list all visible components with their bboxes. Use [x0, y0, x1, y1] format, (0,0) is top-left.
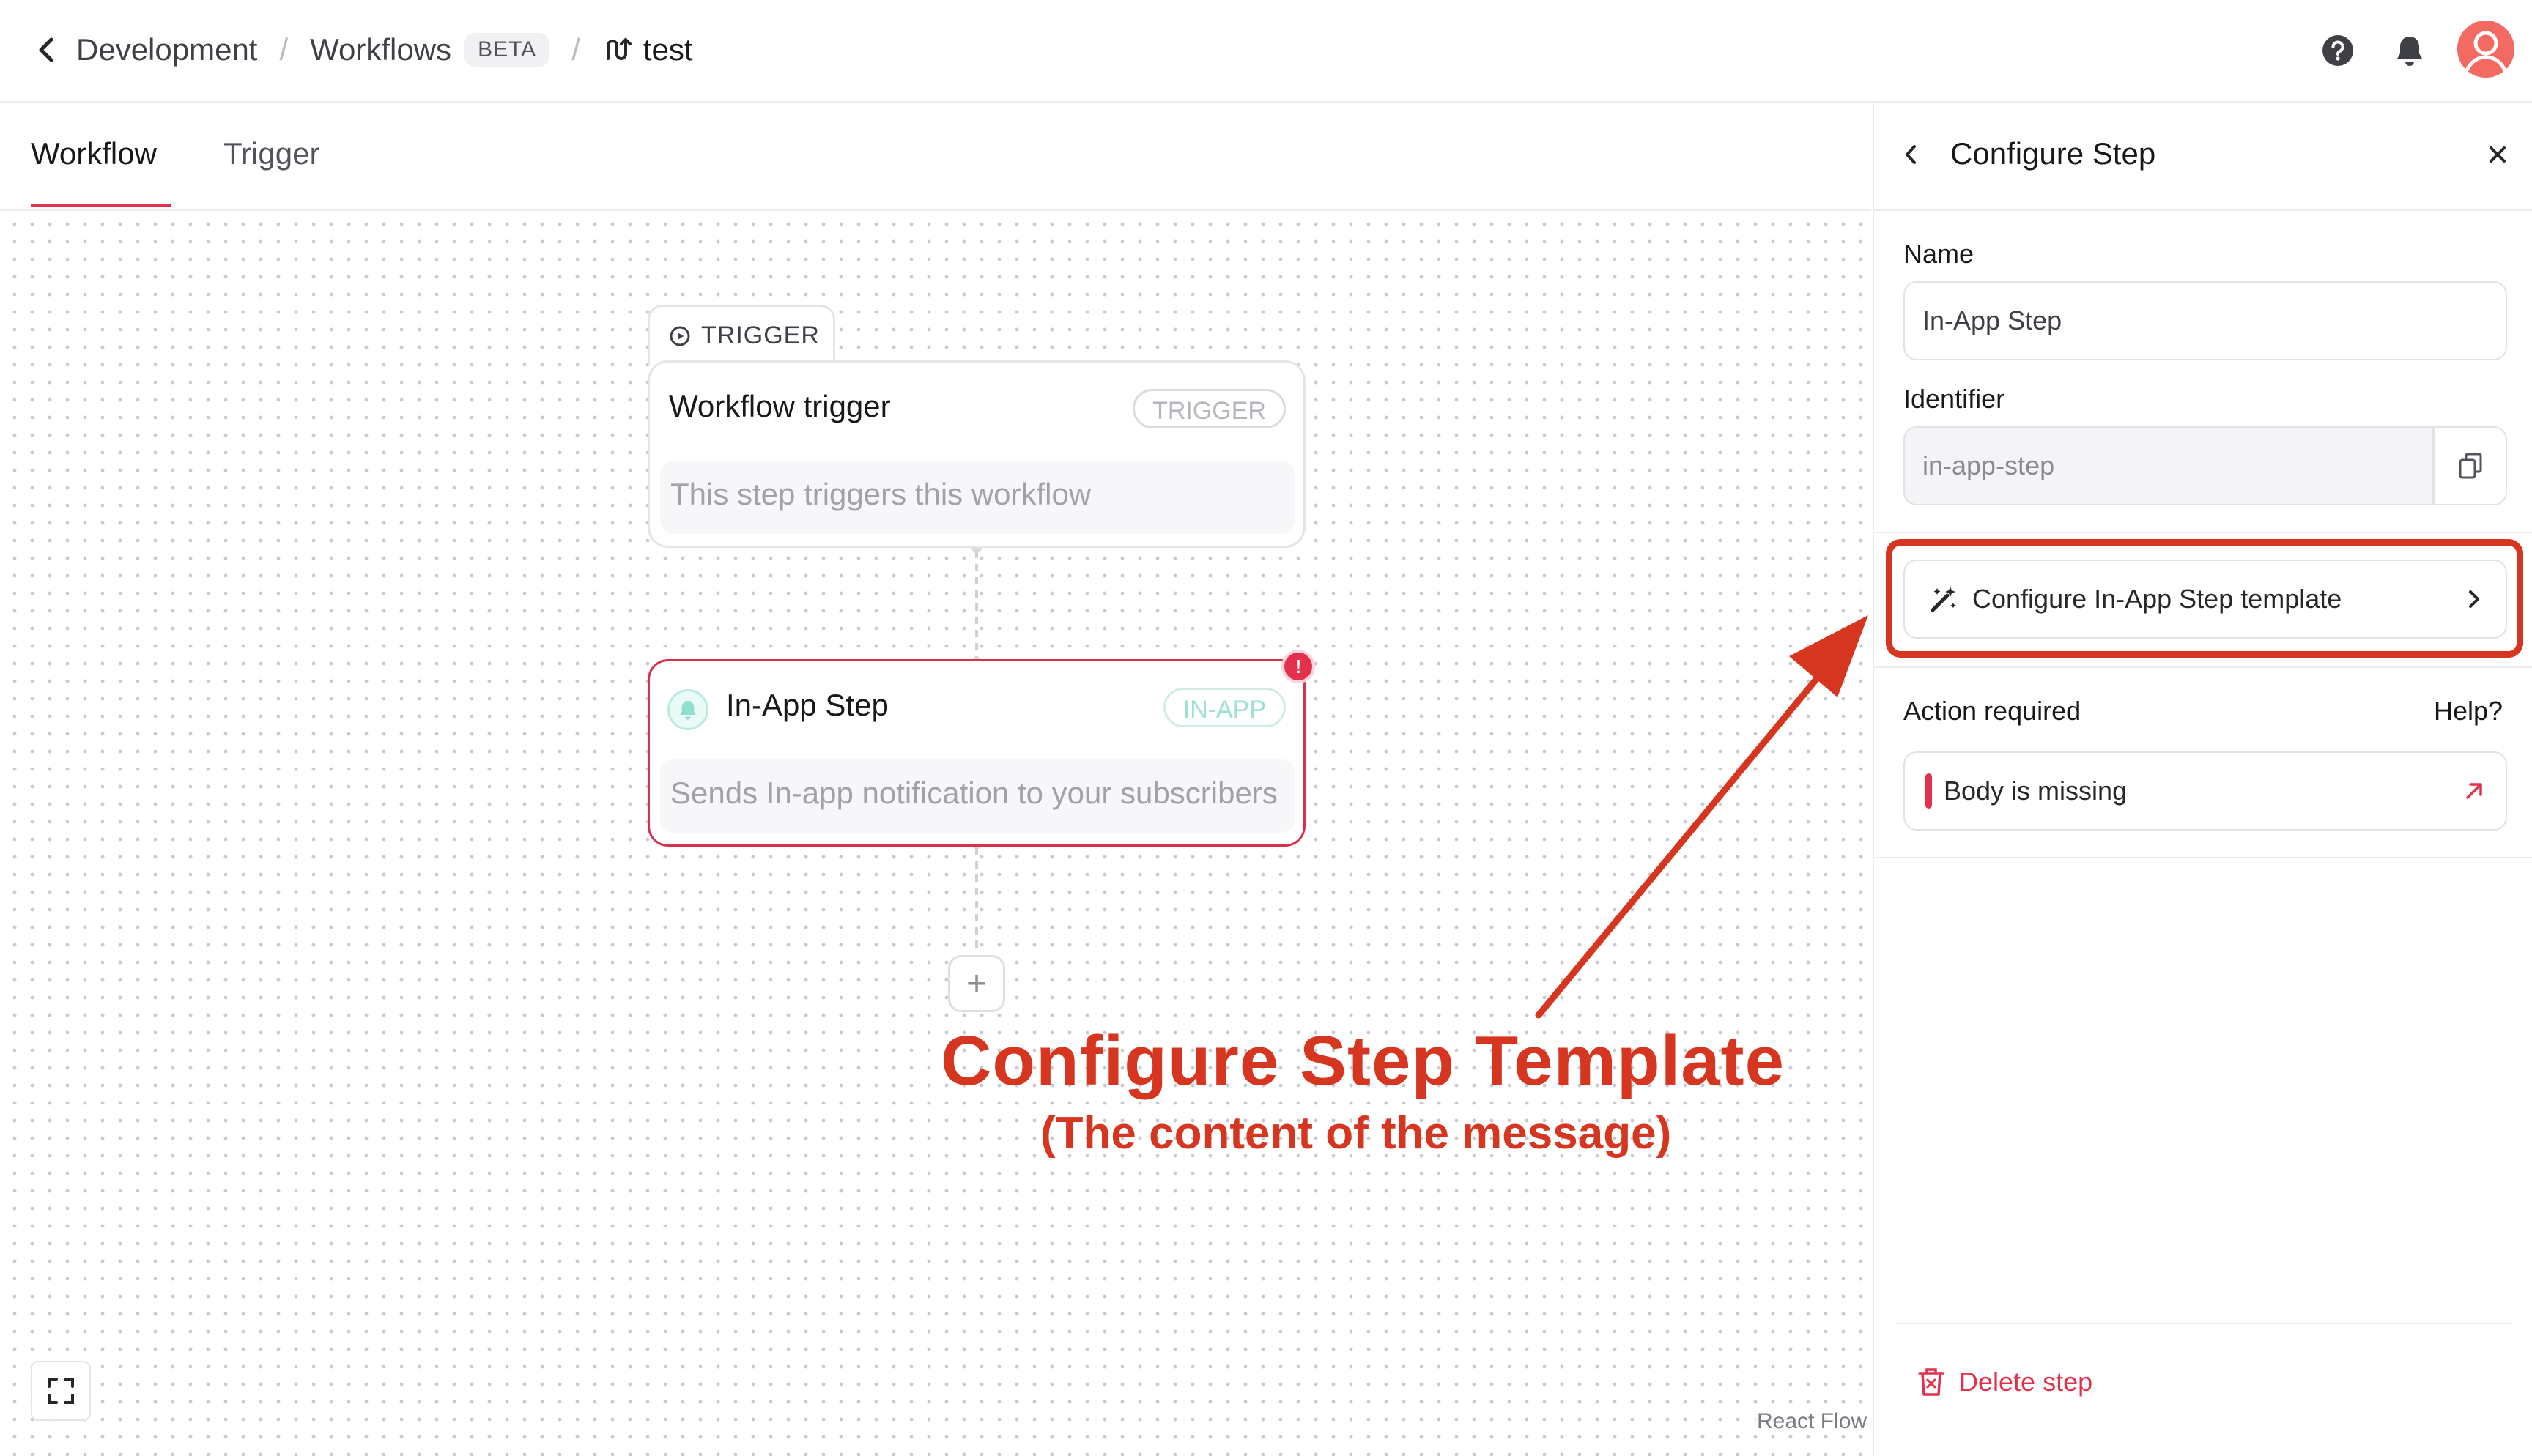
- trigger-tab: TRIGGER: [648, 305, 835, 365]
- trash-icon: [1918, 1368, 1944, 1396]
- divider: [1874, 857, 2532, 858]
- add-step-button[interactable]: +: [948, 955, 1005, 1012]
- in-app-badge: IN-APP: [1163, 688, 1286, 727]
- node-description: Sends In-app notification to your subscr…: [660, 759, 1295, 833]
- name-label: Name: [1903, 239, 1974, 269]
- avatar-icon: [2457, 21, 2514, 78]
- delete-step-label: Delete step: [1959, 1367, 2093, 1397]
- fit-view-button[interactable]: [31, 1361, 91, 1421]
- bell-icon: [680, 700, 696, 720]
- issue-text: Body is missing: [1944, 776, 2128, 806]
- breadcrumb-separator: /: [279, 32, 289, 67]
- top-bar: Development / Workflows BETA / test: [0, 0, 2532, 103]
- configure-step-panel: Configure Step Name In-App Step Identifi…: [1873, 103, 2532, 1456]
- divider: [1895, 1323, 2513, 1324]
- close-panel-button[interactable]: [2487, 144, 2509, 166]
- identifier-input[interactable]: in-app-step: [1903, 426, 2434, 505]
- annotation-highlight-box: [1886, 539, 2523, 658]
- breadcrumb-development[interactable]: Development: [76, 32, 257, 67]
- annotation-subtitle: (The content of the message): [1040, 1108, 1672, 1159]
- workflow-name: test: [643, 32, 693, 67]
- workflow-trigger-node[interactable]: Workflow trigger TRIGGER This step trigg…: [648, 360, 1306, 548]
- beta-badge: BETA: [464, 33, 550, 67]
- annotation-title: Configure Step Template: [941, 1022, 1785, 1100]
- in-app-step-node[interactable]: In-App Step IN-APP Sends In-app notifica…: [648, 659, 1306, 847]
- error-indicator: !: [1281, 650, 1315, 683]
- panel-header: Configure Step: [1874, 103, 2532, 211]
- workflow-icon: [606, 37, 632, 60]
- notifications-button[interactable]: [2391, 32, 2428, 69]
- breadcrumb-separator: /: [571, 32, 580, 67]
- issue-severity-bar: [1925, 773, 1932, 809]
- close-icon: [2490, 146, 2506, 163]
- annotation-arrow: [1535, 615, 1868, 1019]
- copy-identifier-button[interactable]: [2434, 426, 2507, 505]
- node-title: In-App Step: [726, 688, 889, 722]
- copy-icon: [2459, 453, 2482, 479]
- tab-workflow[interactable]: Workflow: [31, 136, 157, 171]
- help-link[interactable]: Help?: [2434, 696, 2503, 727]
- help-button[interactable]: [2320, 32, 2356, 69]
- trigger-tab-label: TRIGGER: [701, 322, 820, 349]
- trigger-badge: TRIGGER: [1133, 389, 1286, 428]
- chevron-left-icon: [39, 37, 53, 62]
- divider: [1874, 532, 2532, 533]
- active-tab-indicator: [31, 204, 171, 207]
- panel-back-button[interactable]: [1902, 142, 1920, 167]
- node-title: Workflow trigger: [669, 389, 891, 423]
- divider: [1874, 666, 2532, 668]
- panel-title: Configure Step: [1950, 136, 2156, 171]
- back-button[interactable]: [35, 35, 57, 64]
- tab-trigger[interactable]: Trigger: [223, 136, 319, 171]
- breadcrumb-workflows[interactable]: Workflows: [310, 32, 451, 67]
- identifier-label: Identifier: [1903, 384, 2005, 414]
- breadcrumb: Development / Workflows BETA / test: [35, 25, 693, 75]
- name-input[interactable]: In-App Step: [1903, 281, 2507, 360]
- fullscreen-icon: [48, 1378, 74, 1404]
- play-circle-icon: [670, 326, 690, 346]
- bell-icon: [2397, 37, 2422, 66]
- delete-step-button[interactable]: Delete step: [1917, 1367, 2092, 1397]
- node-description: This step triggers this workflow: [660, 461, 1295, 534]
- action-required-label: Action required: [1903, 696, 2081, 726]
- user-avatar[interactable]: [2457, 21, 2514, 78]
- issue-item[interactable]: Body is missing: [1903, 751, 2507, 831]
- in-app-icon-circle: [667, 689, 708, 730]
- tab-bar: Workflow Trigger: [0, 103, 1871, 211]
- help-circle-icon: [2322, 35, 2353, 66]
- react-flow-attribution[interactable]: React Flow: [1752, 1409, 1872, 1434]
- arrow-up-right-icon: [2466, 783, 2482, 799]
- chevron-left-icon: [1906, 145, 1916, 164]
